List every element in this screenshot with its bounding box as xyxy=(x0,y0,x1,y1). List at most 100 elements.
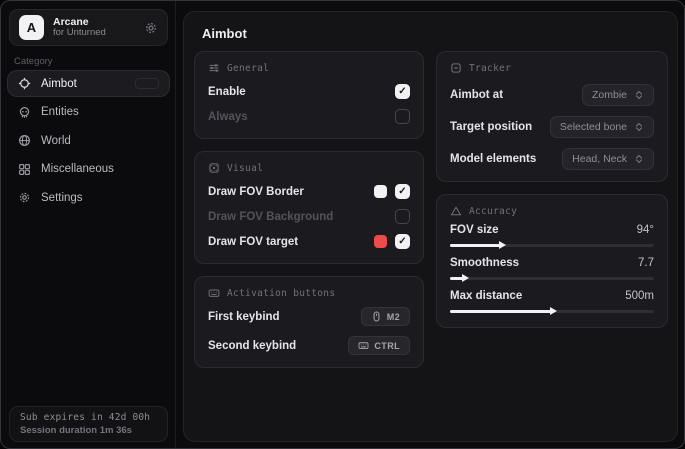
setting-label: Smoothness xyxy=(450,257,519,269)
target-position-dropdown[interactable]: Selected bone xyxy=(550,116,654,138)
crosshair-icon xyxy=(18,77,31,90)
mouse-icon xyxy=(371,311,382,322)
activation-card: Activation buttons First keybind M2 Seco… xyxy=(194,276,424,368)
accuracy-header: Accuracy xyxy=(450,205,654,217)
accuracy-card: Accuracy FOV size 94° xyxy=(436,194,668,328)
tracker-header: Tracker xyxy=(450,62,654,74)
max-distance-slider[interactable] xyxy=(450,306,654,316)
dropdown-value: Zombie xyxy=(592,89,627,101)
sidebar: A Arcane for Unturned Category Aimbot En… xyxy=(1,1,176,448)
enable-checkbox[interactable]: ✓ xyxy=(395,84,410,99)
smoothness-slider[interactable] xyxy=(450,273,654,283)
fov-size-group: FOV size 94° xyxy=(450,224,654,250)
slider-track xyxy=(450,277,654,280)
sidebar-item-world[interactable]: World xyxy=(7,127,170,154)
chevrons-up-down-icon xyxy=(634,122,644,132)
sidebar-item-aimbot[interactable]: Aimbot xyxy=(7,70,170,97)
setting-label: FOV size xyxy=(450,224,499,236)
fov-background-checkbox[interactable]: ✓ xyxy=(395,209,410,224)
sidebar-item-label: Settings xyxy=(41,192,83,204)
subscription-card: Sub expires in 42d 00h Session duration … xyxy=(9,406,168,442)
sidebar-nav: Aimbot Entities World Miscellaneous Sett… xyxy=(7,70,170,213)
chevrons-up-down-icon xyxy=(634,154,644,164)
max-distance-value: 500m xyxy=(625,290,654,302)
setting-label: Enable xyxy=(208,86,246,98)
keyboard-icon xyxy=(208,287,220,299)
second-keybind-button[interactable]: CTRL xyxy=(348,336,410,355)
sidebar-item-label: World xyxy=(41,135,71,147)
slider-thumb[interactable] xyxy=(550,307,557,315)
setting-row-always: Always ✓ xyxy=(208,106,410,127)
settings-gear-icon[interactable] xyxy=(144,21,158,35)
always-checkbox[interactable]: ✓ xyxy=(395,109,410,124)
section-title: Tracker xyxy=(469,63,511,74)
first-keybind-button[interactable]: M2 xyxy=(361,307,410,326)
row-controls: ✓ xyxy=(395,209,410,224)
row-controls: ✓ xyxy=(374,184,410,199)
sidebar-item-settings[interactable]: Settings xyxy=(7,184,170,211)
slider-fill xyxy=(450,244,501,247)
activation-header: Activation buttons xyxy=(208,287,410,299)
app-logo: A xyxy=(19,15,44,40)
sidebar-item-label: Entities xyxy=(41,106,79,118)
section-title: General xyxy=(227,63,269,74)
keybind-value: CTRL xyxy=(374,341,400,351)
globe-icon xyxy=(18,134,31,147)
chevrons-up-down-icon xyxy=(634,90,644,100)
slider-thumb[interactable] xyxy=(499,241,506,249)
setting-label: Target position xyxy=(450,121,532,133)
general-card: General Enable ✓ Always ✓ xyxy=(194,51,424,139)
dropdown-value: Head, Neck xyxy=(572,153,627,165)
visual-header: Visual xyxy=(208,162,410,174)
app-window: A Arcane for Unturned Category Aimbot En… xyxy=(0,0,685,449)
general-header: General xyxy=(208,62,410,74)
row-controls: ✓ xyxy=(374,234,410,249)
gear-icon xyxy=(18,191,31,204)
setting-row-first-keybind: First keybind M2 xyxy=(208,306,410,327)
color-swatch[interactable] xyxy=(374,235,387,248)
color-swatch[interactable] xyxy=(374,185,387,198)
fov-target-checkbox[interactable]: ✓ xyxy=(395,234,410,249)
setting-row-enable: Enable ✓ xyxy=(208,81,410,102)
setting-row-target-position: Target position Selected bone xyxy=(450,115,654,138)
setting-label: Draw FOV Border xyxy=(208,186,304,198)
fov-size-value: 94° xyxy=(637,224,654,236)
setting-row-fov-target: Draw FOV target ✓ xyxy=(208,231,410,252)
setting-label: Second keybind xyxy=(208,340,296,352)
session-duration-text: Session duration 1m 36s xyxy=(20,425,157,436)
smoothness-group: Smoothness 7.7 xyxy=(450,257,654,283)
fov-size-slider[interactable] xyxy=(450,240,654,250)
sidebar-item-miscellaneous[interactable]: Miscellaneous xyxy=(7,156,170,183)
brand-text: Arcane for Unturned xyxy=(53,16,144,39)
section-title: Accuracy xyxy=(469,206,517,217)
sub-expiry-text: Sub expires in 42d 00h xyxy=(20,412,157,423)
sidebar-item-entities[interactable]: Entities xyxy=(7,99,170,126)
setting-row-second-keybind: Second keybind CTRL xyxy=(208,335,410,356)
fov-border-checkbox[interactable]: ✓ xyxy=(395,184,410,199)
setting-label: Draw FOV target xyxy=(208,236,298,248)
sidebar-item-label: Aimbot xyxy=(41,78,77,90)
right-column: Tracker Aimbot at Zombie Target position… xyxy=(436,51,668,380)
main-panel: Aimbot General Enable ✓ Always ✓ xyxy=(183,11,678,442)
sliders-icon xyxy=(208,62,220,74)
left-column: General Enable ✓ Always ✓ Visual xyxy=(194,51,424,380)
model-elements-dropdown[interactable]: Head, Neck xyxy=(562,148,654,170)
setting-label: Always xyxy=(208,111,248,123)
brand-card: A Arcane for Unturned xyxy=(9,9,168,46)
keybind-value: M2 xyxy=(387,312,400,322)
setting-label: Draw FOV Background xyxy=(208,211,333,223)
setting-row-aimbot-at: Aimbot at Zombie xyxy=(450,83,654,106)
dropdown-value: Selected bone xyxy=(560,121,627,133)
triangle-icon xyxy=(450,205,462,217)
setting-label: Max distance xyxy=(450,290,522,302)
page-title: Aimbot xyxy=(184,12,677,51)
slider-fill xyxy=(450,310,552,313)
app-subtitle: for Unturned xyxy=(53,28,144,39)
keybind-hint-badge xyxy=(135,78,159,89)
max-distance-group: Max distance 500m xyxy=(450,290,654,316)
visual-icon xyxy=(208,162,220,174)
aimbot-at-dropdown[interactable]: Zombie xyxy=(582,84,654,106)
setting-label: First keybind xyxy=(208,311,280,323)
keyboard-icon xyxy=(358,340,369,351)
slider-thumb[interactable] xyxy=(462,274,469,282)
